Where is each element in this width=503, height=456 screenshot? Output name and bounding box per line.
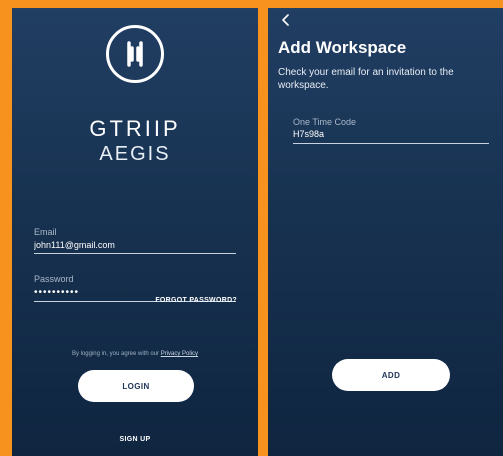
password-label: Password xyxy=(34,274,74,284)
forgot-password-link[interactable]: FORGOT PASSWORD? xyxy=(155,297,237,304)
add-button[interactable]: ADD xyxy=(332,359,450,391)
page-title: Add Workspace xyxy=(278,38,407,57)
email-field[interactable] xyxy=(34,240,234,250)
login-screen: GTRIIP AEGIS Email Password •••••••••• F… xyxy=(12,8,258,456)
sign-up-link[interactable]: SIGN UP xyxy=(12,436,258,443)
brand-name: GTRIIP xyxy=(89,116,181,141)
email-label: Email xyxy=(34,227,57,237)
email-underline xyxy=(34,253,236,254)
one-time-code-field[interactable] xyxy=(293,129,483,139)
code-underline xyxy=(293,143,489,144)
one-time-code-label: One Time Code xyxy=(293,117,357,127)
legal-prefix: By logging in, you agree with our xyxy=(71,351,161,357)
brand-subname: AEGIS xyxy=(99,143,171,165)
page-subtitle: Check your email for an invitation to th… xyxy=(278,67,454,91)
gtriip-logo-icon xyxy=(106,25,164,83)
chevron-left-icon[interactable] xyxy=(279,13,293,27)
privacy-policy-link[interactable]: Privacy Policy xyxy=(161,351,198,357)
add-workspace-screen: Add Workspace Check your email for an in… xyxy=(268,8,503,456)
login-button[interactable]: LOGIN xyxy=(78,370,194,402)
legal-text: By logging in, you agree with our Privac… xyxy=(12,351,258,357)
